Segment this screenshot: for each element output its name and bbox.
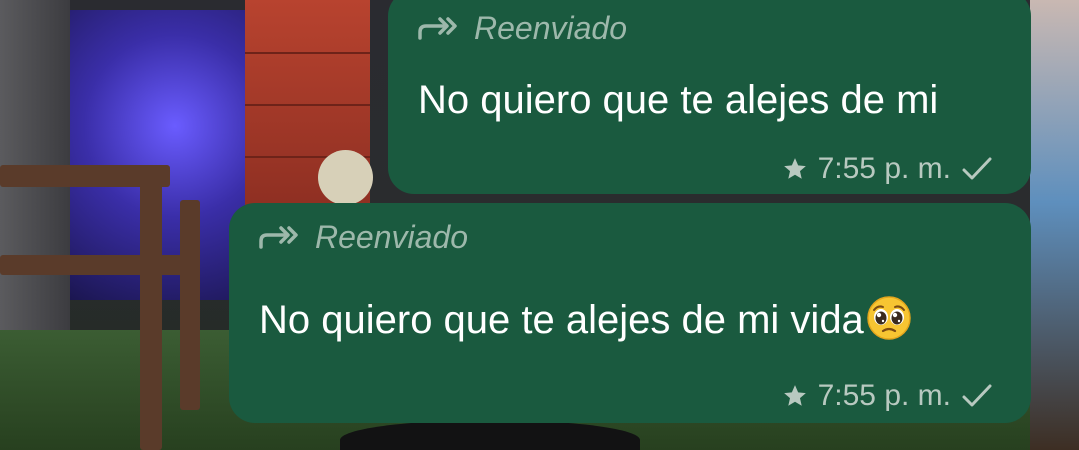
message-text: No quiero que te alejes de mi xyxy=(418,78,939,122)
forward-arrow-icon xyxy=(259,225,298,249)
check-icon xyxy=(962,157,992,180)
check-icon xyxy=(962,384,992,407)
forwarded-label: Reenviado xyxy=(315,219,468,255)
message-time: 7:55 p. m. xyxy=(817,379,951,412)
star-icon xyxy=(783,158,806,179)
forwarded-indicator: Reenviado xyxy=(416,10,627,47)
message-text: No quiero que te alejes de mi vida xyxy=(259,295,912,343)
message-time: 7:55 p. m. xyxy=(817,152,951,185)
star-icon xyxy=(783,385,806,406)
forwarded-indicator: Reenviado xyxy=(257,219,468,256)
forwarded-label: Reenviado xyxy=(474,10,627,46)
message-meta: 7:55 p. m. xyxy=(782,152,993,186)
forward-arrow-icon xyxy=(418,16,457,40)
message-bubble[interactable]: Reenviado No quiero que te alejes de mi … xyxy=(388,0,1031,194)
message-bubble[interactable]: Reenviado No quiero que te alejes de mi … xyxy=(229,203,1031,423)
pleading-face-emoji-icon xyxy=(867,296,911,340)
message-text-content: No quiero que te alejes de mi vida xyxy=(259,298,864,342)
message-meta: 7:55 p. m. xyxy=(782,379,993,413)
